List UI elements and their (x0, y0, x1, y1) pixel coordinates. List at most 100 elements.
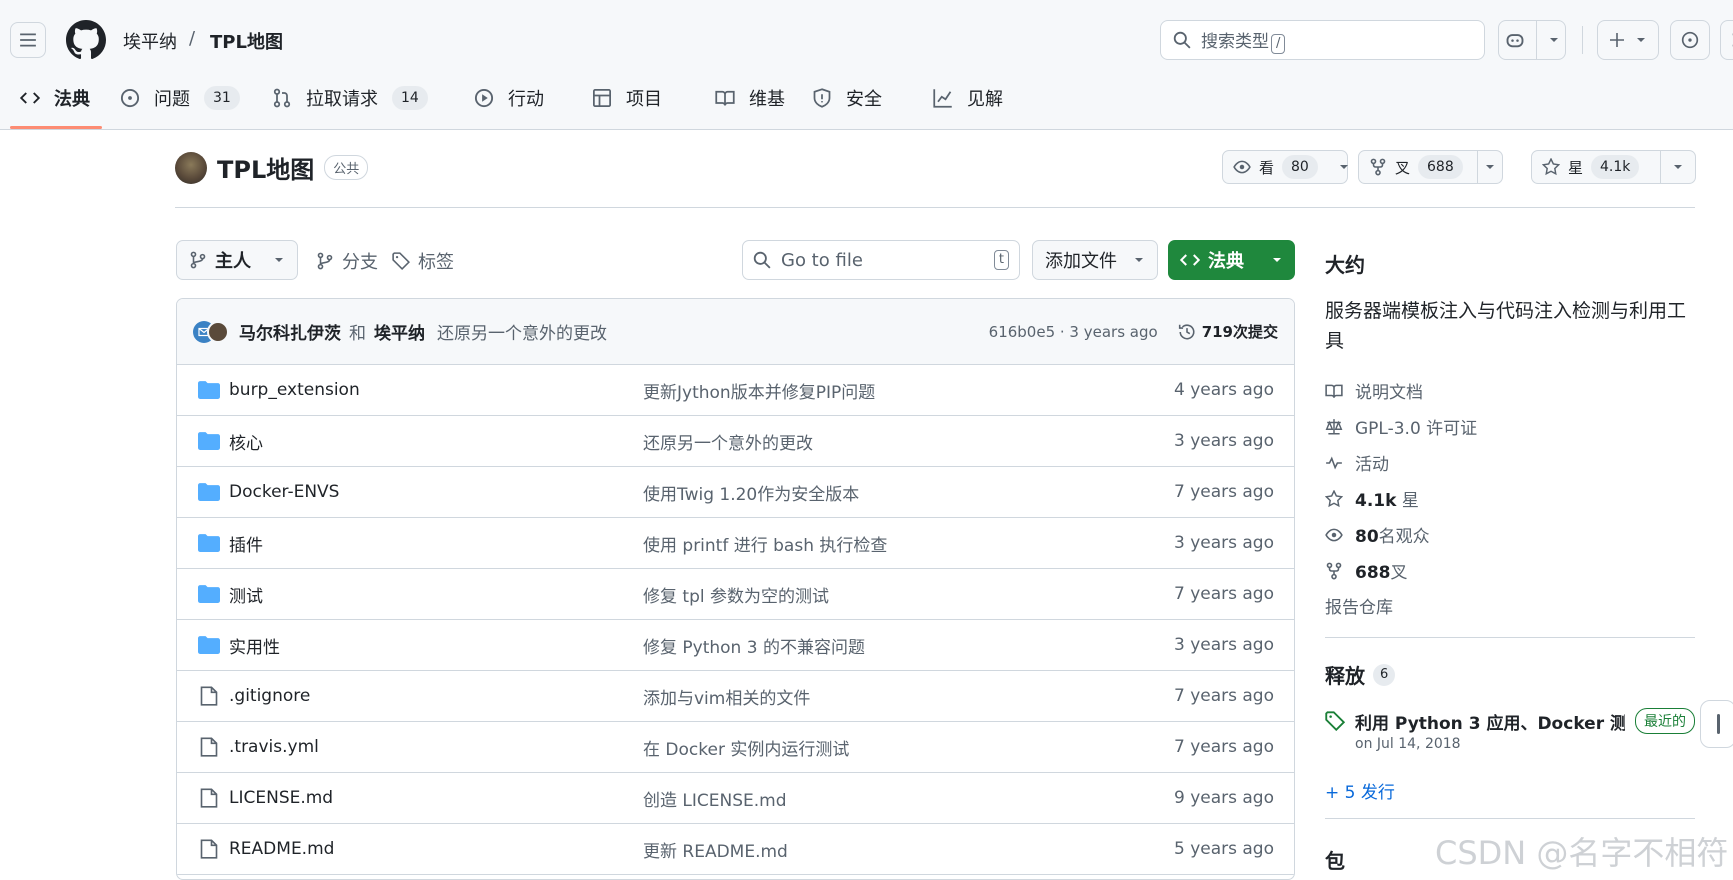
search-icon (753, 251, 771, 269)
commit-avatars[interactable] (193, 320, 229, 343)
tab-wiki[interactable]: 维基 (715, 80, 785, 116)
repo-name[interactable]: TPL地图 (217, 150, 314, 185)
file-name-link[interactable]: 实用性 (223, 633, 643, 658)
search-input[interactable]: 搜索类型 / (1160, 20, 1485, 60)
tags-link[interactable]: 标签 (392, 248, 454, 274)
file-name-link[interactable]: .travis.yml (223, 737, 643, 757)
table-row: 插件 使用 printf 进行 bash 执行检查 3 years ago (177, 518, 1294, 569)
file-commit-message[interactable]: 使用Twig 1.20作为安全版本 (643, 480, 1114, 505)
history-icon (1178, 323, 1195, 339)
forks-link[interactable]: 688叉 (1325, 558, 1408, 583)
chevron-down-icon (1339, 165, 1348, 169)
file-name-link[interactable]: .gitignore (223, 686, 643, 706)
file-name-link[interactable]: 插件 (223, 531, 643, 556)
tab-code[interactable]: 法典 (20, 80, 90, 116)
file-age: 3 years ago (1173, 635, 1274, 655)
tag-icon (1325, 711, 1345, 731)
app-header: 埃平纳 / TPL地图 搜索类型 / 法典 问题 31 拉取请求 14 行动 项… (0, 0, 1733, 130)
file-commit-message[interactable]: 创造 LICENSE.md (643, 786, 1114, 811)
graph-icon (933, 89, 952, 108)
table-row: LICENSE.md 创造 LICENSE.md 9 years ago (177, 773, 1294, 824)
add-file-button[interactable]: 添加文件 (1032, 240, 1158, 280)
license-label: GPL-3.0 许可证 (1355, 419, 1478, 439)
book-icon (1325, 384, 1343, 398)
fork-icon (1326, 562, 1342, 579)
file-commit-message[interactable]: 修复 Python 3 的不兼容问题 (643, 633, 1114, 658)
file-commit-message[interactable]: 使用 printf 进行 bash 执行检查 (643, 531, 1114, 556)
file-commit-message[interactable]: 在 Docker 实例内运行测试 (643, 735, 1114, 760)
table-row: .gitignore 添加与vim相关的文件 7 years ago (177, 671, 1294, 722)
tab-security[interactable]: 安全 (812, 80, 882, 116)
tag-icon (392, 252, 410, 270)
watch-button[interactable]: 看 80 (1223, 151, 1328, 183)
readme-link[interactable]: 说明文档 (1325, 378, 1423, 403)
table-row: README.md 更新 README.md 5 years ago (177, 824, 1294, 875)
latest-release[interactable]: 利用 Python 3 应用、Docker 测... 最近的 (1325, 708, 1695, 734)
file-commit-message[interactable]: 还原另一个意外的更改 (643, 429, 1114, 454)
eye-icon (1325, 528, 1343, 541)
breadcrumb-repo[interactable]: TPL地图 (210, 28, 283, 54)
tab-pull-requests[interactable]: 拉取请求 14 (272, 80, 428, 116)
report-label: 报告仓库 (1325, 598, 1393, 618)
file-name-link[interactable]: 核心 (223, 429, 643, 454)
chevron-down-icon (1273, 258, 1281, 262)
file-commit-message[interactable]: 更新 README.md (643, 837, 1114, 862)
menu-button[interactable] (10, 22, 46, 58)
tab-issues[interactable]: 问题 31 (120, 80, 240, 116)
fork-dropdown[interactable] (1477, 151, 1502, 183)
tab-insights[interactable]: 见解 (933, 80, 1003, 116)
folder-icon (177, 533, 223, 553)
code-button[interactable]: 法典 (1168, 240, 1295, 280)
star-dropdown[interactable] (1660, 151, 1695, 183)
commit-author-2[interactable]: 埃平纳 (374, 319, 425, 344)
license-link[interactable]: GPL-3.0 许可证 (1325, 414, 1477, 439)
activity-link[interactable]: 活动 (1325, 450, 1389, 475)
commit-author-1[interactable]: 马尔科扎伊茨 (239, 319, 341, 344)
file-name-link[interactable]: Docker-ENVS (223, 482, 643, 502)
releases-title: 释放 (1325, 664, 1365, 688)
branch-selector[interactable]: 主人 (176, 240, 298, 280)
owner-avatar[interactable] (175, 151, 207, 184)
copilot-button[interactable] (1498, 20, 1566, 60)
file-name-link[interactable]: LICENSE.md (223, 788, 643, 808)
fork-button-group: 叉 688 (1358, 150, 1503, 184)
file-commit-message[interactable]: 更新Jython版本并修复PIP问题 (643, 378, 1114, 403)
table-row: burp_extension 更新Jython版本并修复PIP问题 4 years … (177, 365, 1294, 416)
commit-sha-time[interactable]: 616b0e5 · 3 years ago (989, 323, 1158, 341)
branches-link[interactable]: 分支 (316, 248, 378, 274)
breadcrumb-owner[interactable]: 埃平纳 (123, 28, 177, 54)
watchers-link[interactable]: 80名观众 (1325, 522, 1430, 547)
folder-icon (177, 380, 223, 400)
commits-link[interactable]: 719次提交 (1178, 321, 1278, 342)
folder-icon (177, 431, 223, 451)
star-button[interactable]: 星 4.1k (1532, 151, 1660, 183)
report-repo-link[interactable]: 报告仓库 (1325, 593, 1393, 618)
breadcrumb-separator: / (189, 28, 196, 49)
watch-dropdown[interactable] (1328, 161, 1360, 173)
file-name-link[interactable]: README.md (223, 839, 643, 859)
file-name-link[interactable]: 测试 (223, 582, 643, 607)
packages-heading[interactable]: 包 (1325, 845, 1345, 874)
file-commit-message[interactable]: 添加与vim相关的文件 (643, 684, 1114, 709)
commit-message[interactable]: 还原另一个意外的更改 (437, 319, 607, 344)
tab-projects[interactable]: 项目 (592, 80, 662, 116)
stars-link[interactable]: 4.1k 星 (1325, 486, 1419, 511)
releases-heading[interactable]: 释放 6 (1325, 660, 1396, 689)
file-age: 7 years ago (1173, 686, 1274, 706)
fork-count: 688 (1418, 155, 1463, 179)
create-new-button[interactable] (1597, 20, 1659, 60)
commits-count: 719次提交 (1201, 323, 1278, 341)
github-logo-icon[interactable] (66, 20, 106, 60)
pull-requests-button[interactable] (1720, 20, 1733, 60)
tab-actions[interactable]: 行动 (474, 80, 544, 116)
scroll-handle[interactable] (1700, 700, 1733, 748)
more-releases-link[interactable]: + 5 发行 (1325, 778, 1395, 803)
file-commit-message[interactable]: 修复 tpl 参数为空的测试 (643, 582, 1114, 607)
fork-button[interactable]: 叉 688 (1359, 151, 1477, 183)
go-to-file-input[interactable]: Go to file t (742, 240, 1020, 280)
issues-button[interactable] (1670, 20, 1710, 60)
file-age: 4 years ago (1173, 380, 1274, 400)
watermark: CSDN @名字不相符 (1435, 834, 1729, 872)
file-age: 7 years ago (1173, 482, 1274, 502)
file-name-link[interactable]: burp_extension (223, 380, 643, 400)
